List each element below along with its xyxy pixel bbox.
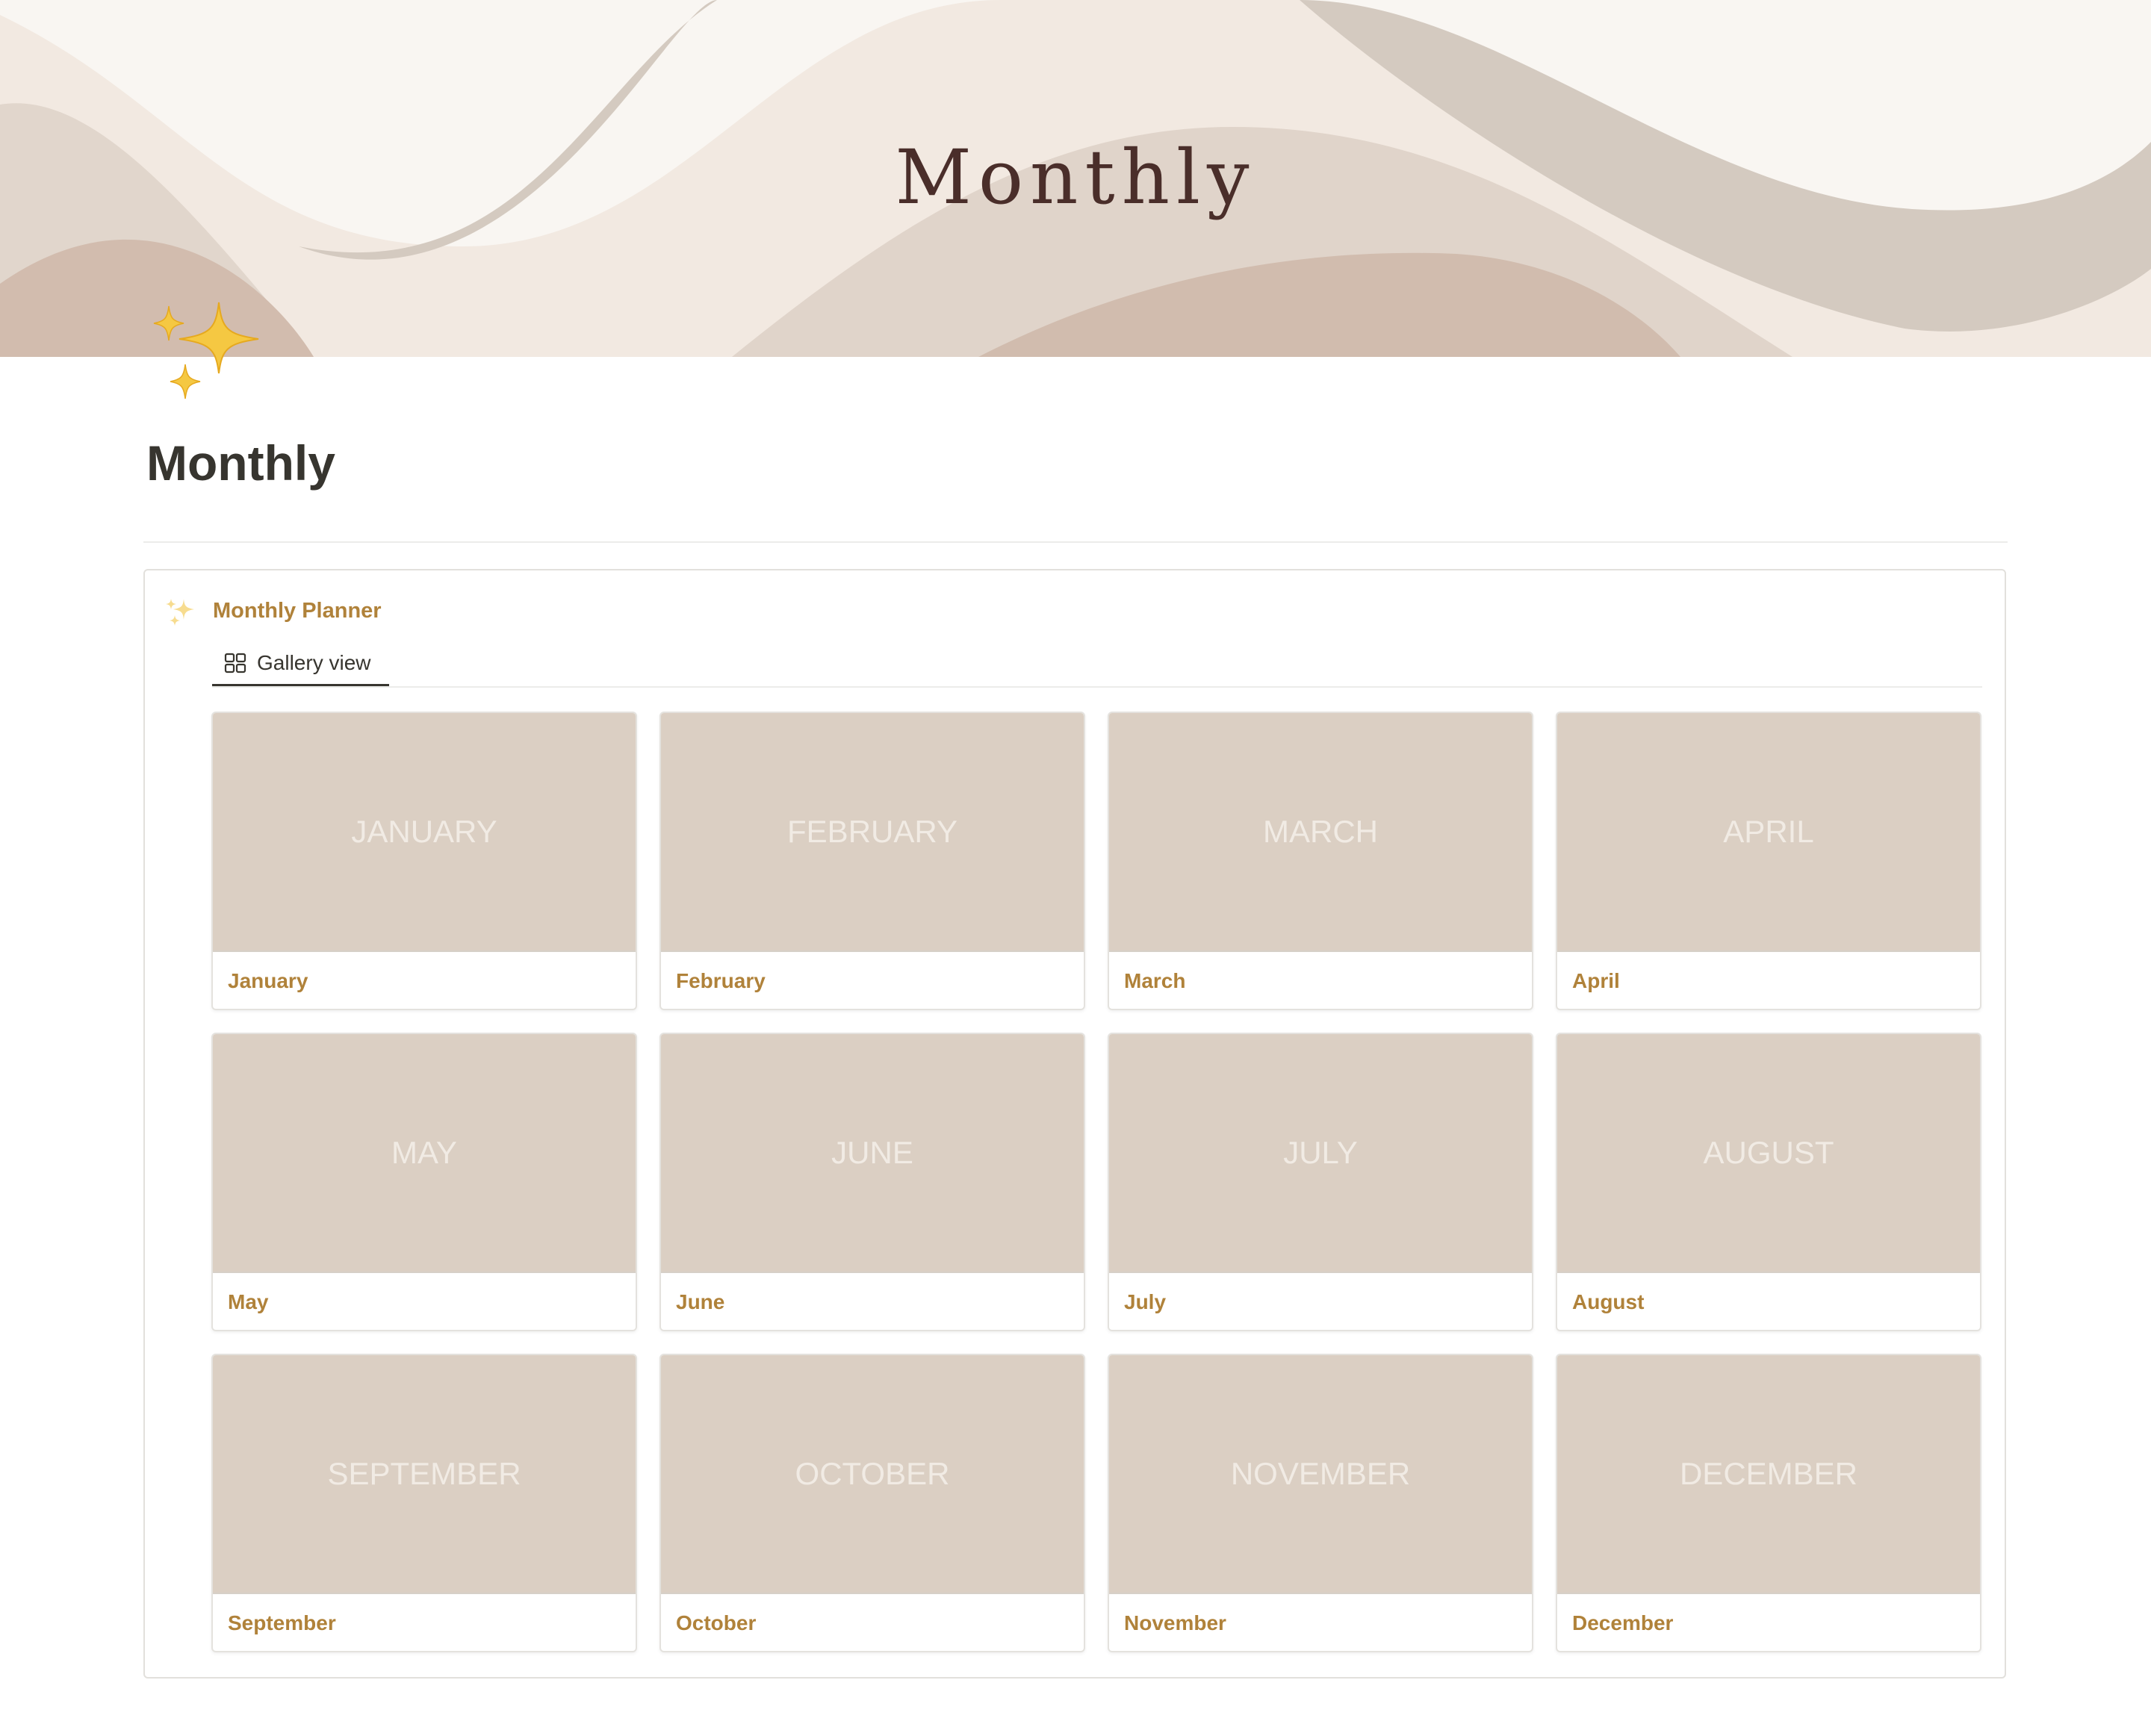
- card-cover: DECEMBER: [1557, 1355, 1980, 1594]
- card-cover: NOVEMBER: [1109, 1355, 1532, 1594]
- gallery-card-september[interactable]: SEPTEMBER September: [211, 1354, 637, 1652]
- card-cover-text: JANUARY: [351, 814, 497, 849]
- divider: [143, 541, 2008, 543]
- card-cover-text: JUNE: [831, 1135, 913, 1170]
- card-cover-text: MAY: [391, 1135, 457, 1170]
- card-title: December: [1572, 1611, 1674, 1634]
- card-title: April: [1572, 969, 1620, 992]
- gallery-card-march[interactable]: MARCH March: [1108, 712, 1533, 1010]
- gallery-card-october[interactable]: OCTOBER October: [659, 1354, 1085, 1652]
- tab-gallery-view[interactable]: Gallery view: [212, 642, 389, 687]
- sparkles-icon[interactable]: [146, 299, 266, 411]
- gallery-card-april[interactable]: APRIL April: [1556, 712, 1981, 1010]
- card-cover-text: AUGUST: [1703, 1135, 1834, 1170]
- card-cover-text: APRIL: [1723, 814, 1814, 849]
- tab-label: Gallery view: [257, 651, 371, 674]
- card-cover-text: OCTOBER: [795, 1456, 950, 1491]
- card-title: November: [1124, 1611, 1226, 1634]
- card-cover: JANUARY: [213, 713, 636, 952]
- card-title: February: [676, 969, 766, 992]
- card-cover-text: SEPTEMBER: [327, 1456, 521, 1491]
- gallery-grid-icon: [224, 652, 246, 674]
- gallery-card-february[interactable]: FEBRUARY February: [659, 712, 1085, 1010]
- card-cover: APRIL: [1557, 713, 1980, 952]
- gallery-card-november[interactable]: NOVEMBER November: [1108, 1354, 1533, 1652]
- sparkles-icon: [164, 596, 197, 629]
- gallery-card-may[interactable]: MAY May: [211, 1033, 637, 1331]
- gallery-card-january[interactable]: JANUARY January: [211, 712, 637, 1010]
- card-cover: FEBRUARY: [661, 713, 1084, 952]
- card-cover-text: FEBRUARY: [787, 814, 957, 849]
- card-title: August: [1572, 1290, 1645, 1313]
- tab-divider: [212, 686, 1982, 688]
- card-title: March: [1124, 969, 1186, 992]
- card-title: January: [228, 969, 308, 992]
- card-cover: MARCH: [1109, 713, 1532, 952]
- card-cover-text: NOVEMBER: [1230, 1456, 1411, 1491]
- card-title: October: [676, 1611, 757, 1634]
- card-cover: SEPTEMBER: [213, 1355, 636, 1594]
- gallery-card-december[interactable]: DECEMBER December: [1556, 1354, 1981, 1652]
- gallery-card-june[interactable]: JUNE June: [659, 1033, 1085, 1331]
- database-title[interactable]: Monthly Planner: [213, 594, 382, 627]
- card-title: September: [228, 1611, 336, 1634]
- page-cover: Monthly: [0, 0, 2151, 357]
- card-title: June: [676, 1290, 725, 1313]
- card-cover: MAY: [213, 1034, 636, 1273]
- gallery-card-august[interactable]: AUGUST August: [1556, 1033, 1981, 1331]
- card-cover: AUGUST: [1557, 1034, 1980, 1273]
- card-title: July: [1124, 1290, 1167, 1313]
- card-cover: JUNE: [661, 1034, 1084, 1273]
- card-cover-text: DECEMBER: [1679, 1456, 1858, 1491]
- card-cover: OCTOBER: [661, 1355, 1084, 1594]
- card-title: May: [228, 1290, 269, 1313]
- gallery-grid: JANUARY January FEBRUARY February MARCH …: [211, 712, 1982, 1652]
- gallery-card-july[interactable]: JULY July: [1108, 1033, 1533, 1331]
- card-cover: JULY: [1109, 1034, 1532, 1273]
- card-cover-text: JULY: [1283, 1135, 1358, 1170]
- card-cover-text: MARCH: [1263, 814, 1378, 849]
- page-title[interactable]: Monthly: [146, 429, 335, 497]
- cover-title: Monthly: [895, 134, 1256, 221]
